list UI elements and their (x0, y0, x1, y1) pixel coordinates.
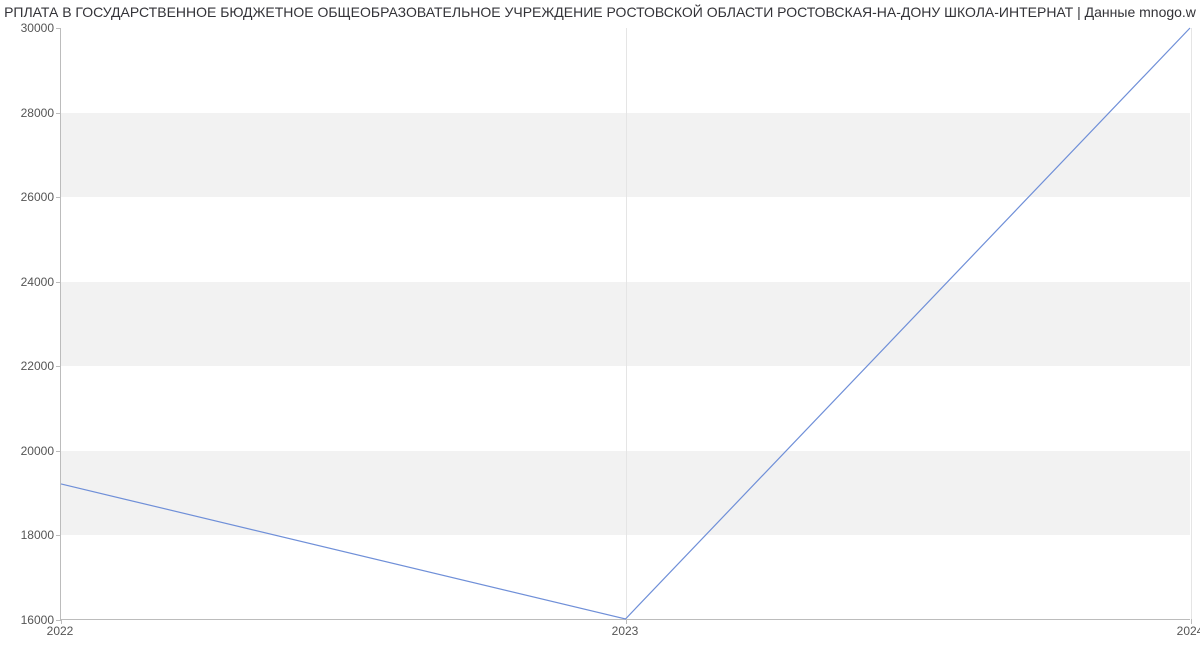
x-gridline (1191, 28, 1192, 619)
y-axis-label: 20000 (2, 444, 54, 458)
y-axis-tick (56, 197, 61, 198)
y-axis-tick (56, 451, 61, 452)
y-axis-tick (56, 113, 61, 114)
y-axis-tick (56, 282, 61, 283)
y-axis-tick (56, 535, 61, 536)
y-axis-label: 26000 (2, 190, 54, 204)
y-axis-label: 18000 (2, 528, 54, 542)
x-axis-label: 2024 (1177, 624, 1200, 638)
y-axis-tick (56, 366, 61, 367)
line-series (61, 28, 1190, 619)
y-axis-tick (56, 28, 61, 29)
chart-title: РПЛАТА В ГОСУДАРСТВЕННОЕ БЮДЖЕТНОЕ ОБЩЕО… (0, 4, 1200, 20)
y-axis-label: 22000 (2, 359, 54, 373)
x-axis-label: 2023 (612, 624, 639, 638)
y-axis-label: 24000 (2, 275, 54, 289)
plot-area (60, 28, 1190, 620)
x-axis-label: 2022 (47, 624, 74, 638)
y-axis-label: 30000 (2, 21, 54, 35)
y-axis-label: 28000 (2, 106, 54, 120)
